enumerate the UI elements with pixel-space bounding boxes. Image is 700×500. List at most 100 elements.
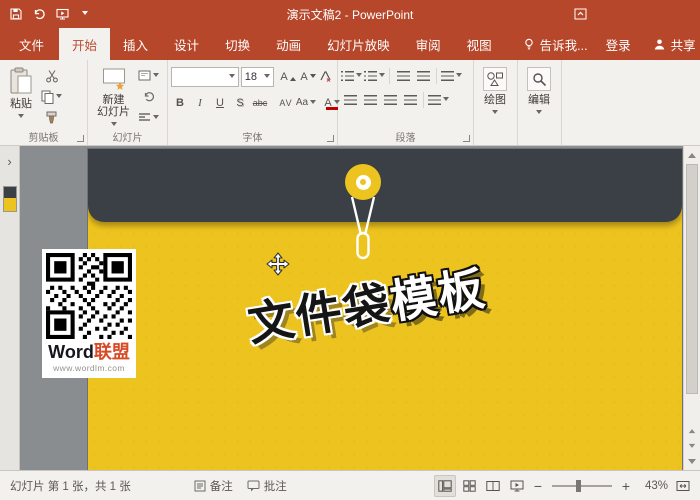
dropdown-caret-icon	[56, 94, 62, 101]
zoom-slider-handle[interactable]	[576, 480, 581, 492]
columns-button[interactable]	[428, 91, 449, 108]
start-slideshow-icon[interactable]	[54, 6, 70, 22]
reset-button[interactable]	[138, 88, 159, 105]
ribbon-display-options-icon[interactable]	[573, 7, 588, 21]
shrink-font-button[interactable]: A	[296, 69, 314, 86]
expand-thumbnails-button[interactable]: ›	[0, 146, 19, 169]
share-button[interactable]: 共享	[641, 28, 700, 60]
tab-view[interactable]: 视图	[454, 28, 505, 60]
dropdown-caret-icon	[18, 114, 24, 121]
slide-sorter-view-button[interactable]	[458, 475, 480, 497]
slideshow-view-button[interactable]	[506, 475, 528, 497]
italic-button[interactable]: I	[191, 94, 209, 111]
new-slide-icon	[102, 67, 126, 91]
scroll-up-button[interactable]	[684, 146, 700, 162]
decrease-indent-button[interactable]	[394, 67, 412, 84]
change-case-button[interactable]: Aa	[297, 94, 315, 111]
paste-button[interactable]: 粘贴	[3, 65, 39, 130]
scrollbar-thumb[interactable]	[686, 164, 698, 394]
align-center-button[interactable]	[361, 91, 379, 108]
normal-view-button[interactable]	[434, 475, 456, 497]
zoom-level[interactable]: 43%	[636, 480, 670, 492]
vertical-scrollbar[interactable]	[683, 146, 700, 470]
previous-slide-button[interactable]	[684, 422, 700, 438]
clipboard-dialog-launcher[interactable]	[77, 135, 84, 142]
align-right-button[interactable]	[381, 91, 399, 108]
new-slide-button[interactable]: 新建 幻灯片	[91, 65, 136, 130]
divider	[423, 92, 424, 108]
tab-slideshow[interactable]: 幻灯片放映	[314, 28, 403, 60]
paragraph-dialog-launcher[interactable]	[463, 135, 470, 142]
font-group: 18 A A B I U S	[168, 60, 338, 145]
fit-to-window-button[interactable]	[672, 475, 694, 497]
layout-button[interactable]	[138, 67, 159, 84]
font-size-combobox[interactable]: 18	[241, 67, 274, 87]
paste-clipboard-icon	[9, 67, 33, 95]
character-spacing-button[interactable]: AV	[277, 94, 295, 111]
clipboard-group: 粘贴 剪贴板	[0, 60, 88, 145]
tab-insert[interactable]: 插入	[110, 28, 161, 60]
scroll-down-button[interactable]	[684, 454, 700, 470]
dropdown-caret-icon	[443, 97, 449, 104]
quick-access-toolbar	[0, 6, 93, 22]
save-icon[interactable]	[8, 6, 24, 22]
slide-1-thumbnail[interactable]	[3, 186, 17, 212]
text-shadow-button[interactable]: S	[231, 94, 249, 111]
statusbar-right: − + 43%	[434, 475, 694, 497]
shapes-icon	[483, 67, 507, 91]
zoom-in-button[interactable]: +	[618, 478, 634, 494]
watermark-brand: Word联盟	[46, 342, 132, 362]
align-left-button[interactable]	[341, 91, 359, 108]
watermark-panel: Word联盟 www.wordlm.com	[42, 249, 136, 378]
undo-icon[interactable]	[31, 6, 47, 22]
dropdown-caret-icon	[310, 100, 316, 107]
next-slide-button[interactable]	[684, 438, 700, 454]
bold-button[interactable]: B	[171, 94, 189, 111]
bullets-button[interactable]	[341, 67, 362, 84]
dropdown-caret-icon	[153, 73, 159, 80]
zoom-out-button[interactable]: −	[530, 478, 546, 494]
customize-quick-access-icon[interactable]	[77, 6, 93, 22]
font-size-value: 18	[245, 71, 257, 83]
grow-font-button[interactable]: A	[276, 69, 294, 86]
tab-home[interactable]: 开始	[59, 28, 110, 60]
clear-formatting-button[interactable]	[316, 69, 334, 86]
comments-button[interactable]: 批注	[240, 471, 294, 500]
cut-button[interactable]	[41, 67, 62, 84]
tab-design[interactable]: 设计	[161, 28, 212, 60]
numbering-button[interactable]	[364, 67, 385, 84]
justify-button[interactable]	[401, 91, 419, 108]
drawing-button[interactable]: 绘图	[477, 65, 513, 130]
qr-code	[46, 253, 132, 339]
statusbar: 幻灯片 第 1 张，共 1 张 备注 批注	[0, 470, 700, 500]
tab-review[interactable]: 审阅	[403, 28, 454, 60]
underline-button[interactable]: U	[211, 94, 229, 111]
tab-transitions[interactable]: 切换	[212, 28, 263, 60]
strikethrough-button[interactable]: abc	[251, 94, 269, 111]
format-painter-button[interactable]	[41, 109, 62, 126]
tell-me-button[interactable]: 告诉我...	[515, 28, 596, 60]
editing-button[interactable]: 编辑	[521, 65, 557, 130]
dropdown-caret-icon	[111, 122, 117, 129]
dropdown-caret-icon	[229, 74, 235, 81]
slides-group: 新建 幻灯片 幻灯片	[88, 60, 168, 145]
slides-small-buttons	[138, 65, 159, 130]
increase-indent-button[interactable]	[414, 67, 432, 84]
zoom-slider[interactable]	[552, 485, 612, 487]
comments-icon	[247, 480, 260, 492]
line-spacing-button[interactable]	[441, 67, 462, 84]
reading-view-button[interactable]	[482, 475, 504, 497]
slide-editing-surface[interactable]: 文件袋模板	[88, 149, 682, 470]
font-name-combobox[interactable]	[171, 67, 239, 87]
ribbon-empty-space	[562, 60, 700, 145]
dropdown-caret-icon	[456, 73, 462, 80]
paragraph-group: 段落	[338, 60, 474, 145]
sign-in-button[interactable]: 登录	[596, 28, 641, 60]
notes-button[interactable]: 备注	[187, 471, 240, 500]
font-dialog-launcher[interactable]	[327, 135, 334, 142]
tab-animations[interactable]: 动画	[263, 28, 314, 60]
divider	[436, 68, 437, 84]
copy-button[interactable]	[41, 88, 62, 105]
section-button[interactable]	[138, 109, 159, 126]
tab-file[interactable]: 文件	[4, 28, 59, 60]
